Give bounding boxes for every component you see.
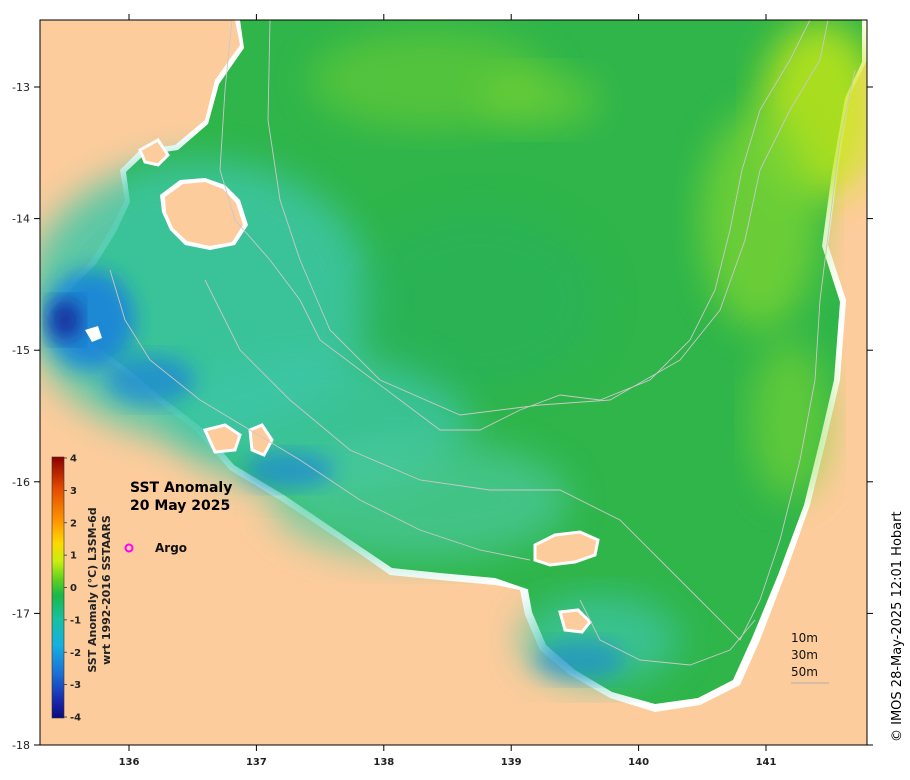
colorbar-tick-label: 3 [70, 486, 77, 497]
colorbar-tick-label: -2 [70, 648, 81, 659]
colorbar-tick-label: -3 [70, 680, 81, 691]
y-tick-label: -18 [12, 739, 30, 752]
y-tick-label: -16 [12, 476, 30, 489]
colorbar-title-line2: wrt 1992-2016 SSTAARS [100, 515, 113, 665]
x-tick-label: 137 [246, 757, 267, 768]
colorbar-tick-label: -4 [70, 713, 81, 724]
y-tick-label: -13 [12, 81, 30, 94]
depth-legend-10m: 10m [791, 631, 818, 645]
argo-label: Argo [155, 541, 187, 555]
colorbar-tick-label: 4 [70, 454, 77, 465]
x-tick-label: 138 [373, 757, 394, 768]
y-tick-label: -14 [12, 213, 30, 226]
map-title-line1: SST Anomaly [130, 480, 232, 496]
map-title-line2: 20 May 2025 [130, 498, 230, 514]
y-tick-label: -15 [12, 344, 30, 357]
colorbar-tick-label: 2 [70, 518, 77, 529]
colorbar-gradient [51, 456, 65, 719]
x-tick-label: 141 [756, 757, 777, 768]
colorbar-tick-label: -1 [70, 615, 81, 626]
depth-legend-30m: 30m [791, 648, 818, 662]
colorbar-tick-label: 0 [70, 583, 77, 594]
x-tick-label: 139 [501, 757, 522, 768]
x-tick-label: 136 [119, 757, 140, 768]
y-tick-label: -17 [12, 607, 30, 620]
credit-text: © IMOS 28-May-2025 12:01 Hobart [890, 511, 905, 742]
depth-legend-50m: 50m [791, 665, 818, 679]
sst-anomaly-map: 136 137 138 139 140 141 -13-14-15-16-17-18 SS… [12, 14, 905, 768]
x-tick-label: 140 [628, 757, 649, 768]
colorbar-tick-label: 1 [70, 551, 77, 562]
colorbar-title-line1: SST Anomaly (°C) L3SM-6d [86, 507, 99, 672]
